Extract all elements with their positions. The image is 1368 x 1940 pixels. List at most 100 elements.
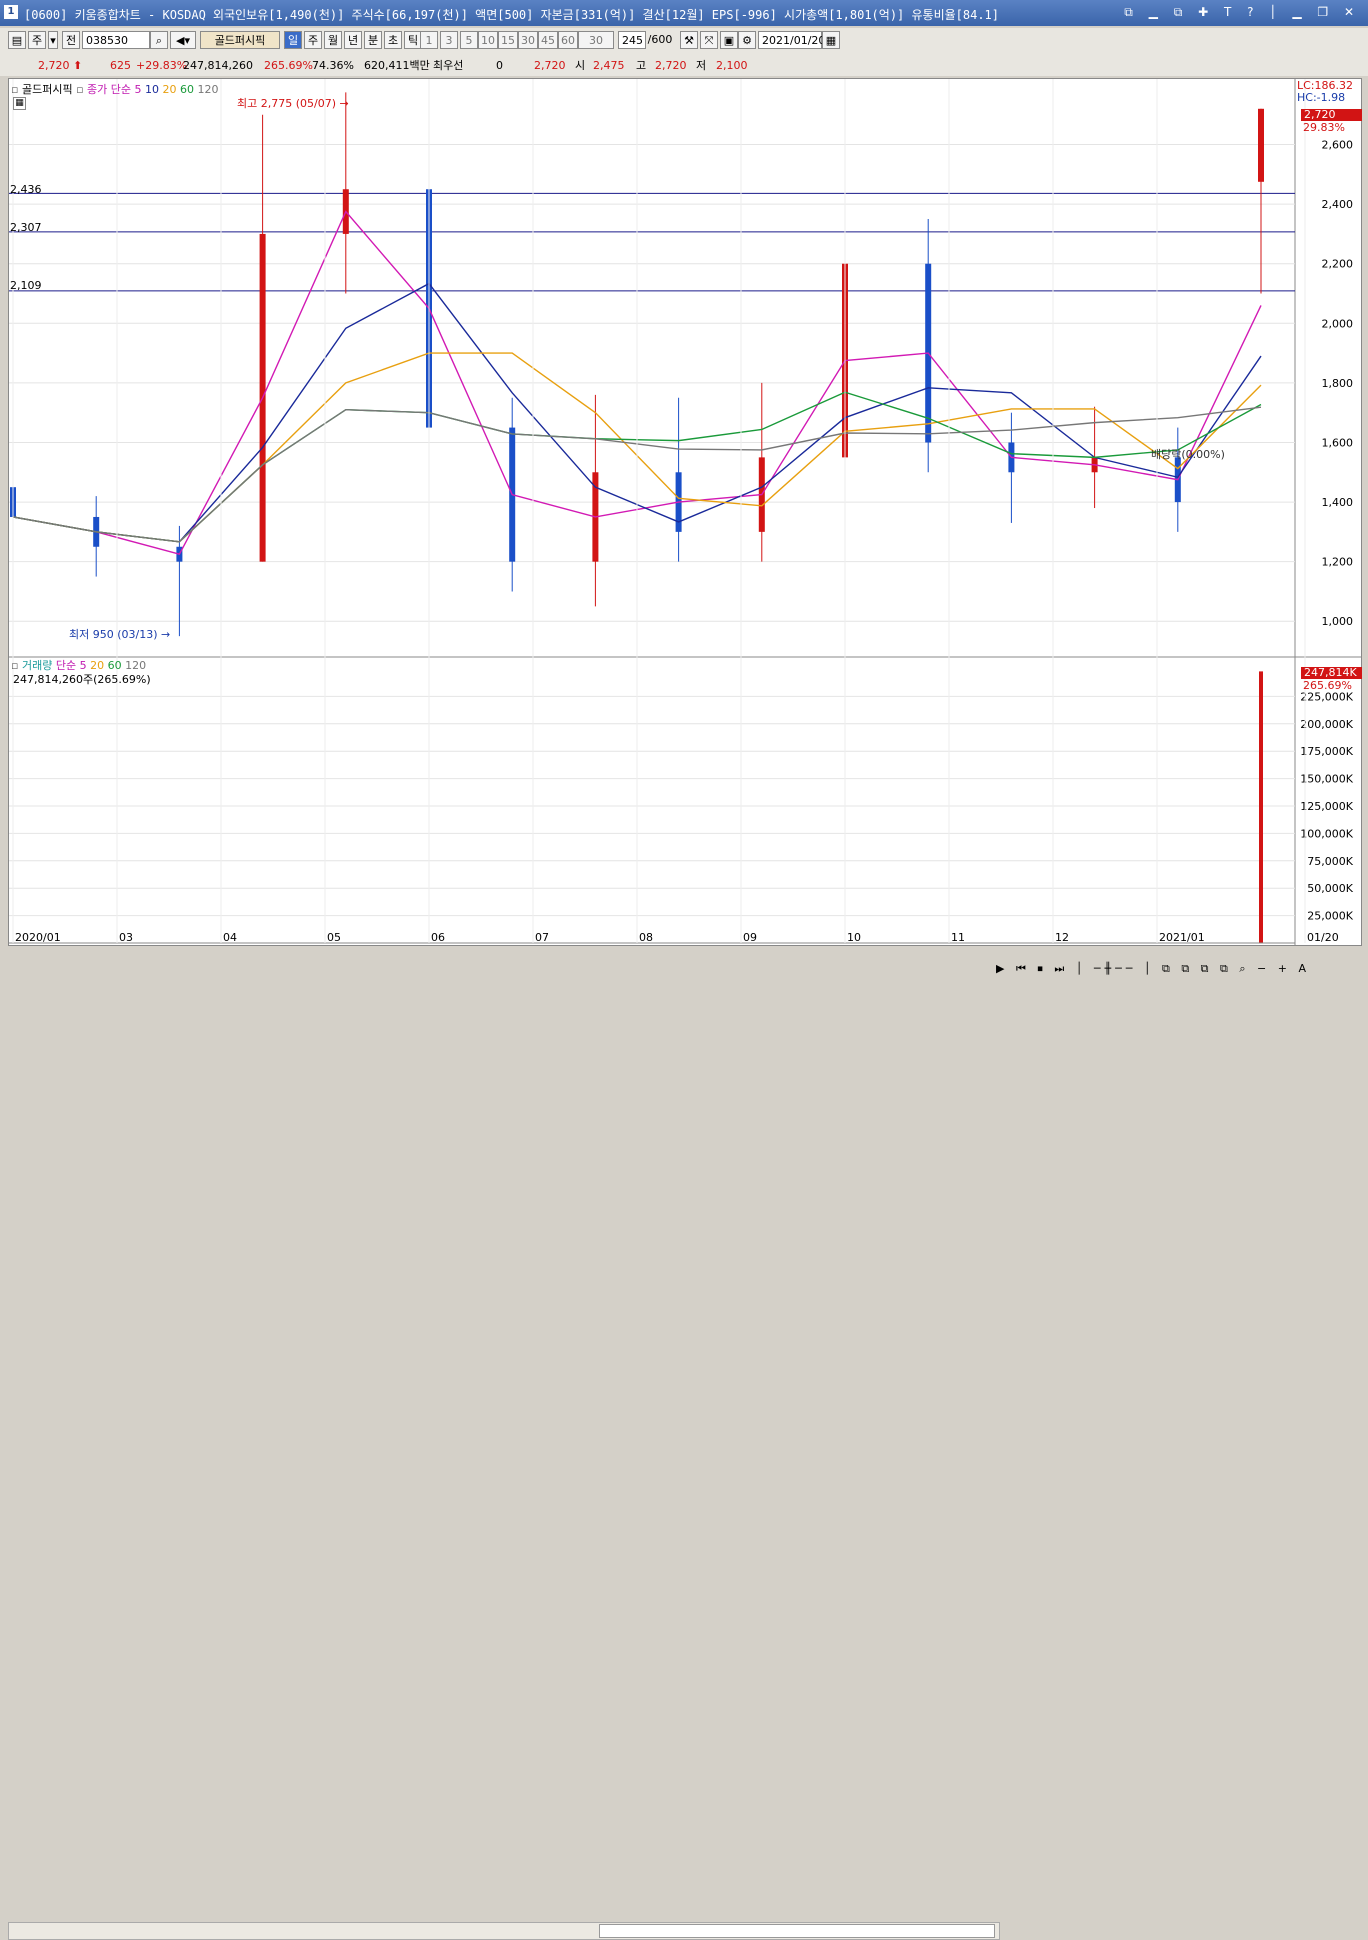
volume-pct: 265.69%	[264, 59, 313, 72]
save-icon[interactable]: ▣	[720, 31, 738, 49]
x-tick-label: 09	[743, 931, 757, 944]
x-tick-label: 2021/01	[1159, 931, 1205, 944]
x-tick-label: 04	[223, 931, 237, 944]
price-tick-label: 2,600	[1322, 139, 1354, 152]
horizontal-scrollbar[interactable]	[8, 1922, 1000, 1940]
price-tick-label: 1,000	[1322, 615, 1354, 628]
crosshair-icon[interactable]: ⤧	[700, 31, 718, 49]
layout-icon[interactable]: ▤	[8, 31, 26, 49]
interval-60[interactable]: 60	[558, 31, 578, 49]
volume-last-tag: 247,814K	[1301, 667, 1362, 679]
ma60-label: 60	[180, 83, 195, 96]
ma20-label: 20	[162, 83, 177, 96]
last-price-pct: 29.83%	[1303, 121, 1345, 134]
chart-panel[interactable]: 1,000 1,200 1,400 1,600 1,800 2,000 2,200 2,400…	[8, 78, 1362, 946]
interval-30[interactable]: 30	[518, 31, 538, 49]
low-label: 저	[696, 59, 707, 72]
x-tick-label: 07	[535, 931, 549, 944]
interval-15[interactable]: 15	[498, 31, 518, 49]
x-tick-label: 08	[639, 931, 653, 944]
scrollbar-thumb[interactable]	[599, 1924, 995, 1938]
count-max: /600	[647, 33, 673, 46]
toolbar: ▤ 주 ▾ 전 038530 ⌕ ◀▾ 골드퍼시픽 일 주 월 년 분 초 틱 …	[0, 28, 1368, 54]
price-change: 625	[110, 59, 131, 72]
window-controls[interactable]: ⧉ ▁ ⧉ ✚ T ? │ ▁ ❐ ✕	[1124, 5, 1360, 20]
ma120-label: 120	[197, 83, 219, 96]
volume-tick-label: 25,000K	[1307, 910, 1353, 923]
x-tick-label: 05	[327, 931, 341, 944]
hline-label-1: 2,436	[10, 183, 42, 196]
period-week[interactable]: 주	[304, 31, 322, 49]
volume-tick-label: 225,000K	[1300, 690, 1353, 703]
x-tick-label: 10	[847, 931, 861, 944]
x-tick-label: 03	[119, 931, 133, 944]
pref-value: 0	[496, 59, 503, 72]
interval-45[interactable]: 45	[538, 31, 558, 49]
turnover: 74.36%	[312, 59, 354, 72]
calendar-icon[interactable]: ▦	[822, 31, 840, 49]
current-price: 2,720 ⬆	[38, 59, 83, 72]
trade-amount: 620,411백만	[364, 59, 430, 72]
volume-bar	[1259, 671, 1263, 943]
price-tick-label: 2,400	[1322, 198, 1354, 211]
interval-1[interactable]: 1	[420, 31, 438, 49]
volume-tick-label: 175,000K	[1300, 745, 1353, 758]
volume-tick-label: 150,000K	[1300, 773, 1353, 786]
period-minute[interactable]: 분	[364, 31, 382, 49]
count-input[interactable]: 245	[618, 31, 646, 49]
interval-3[interactable]: 3	[440, 31, 458, 49]
quote-bar: 2,720 ⬆ 625 +29.83% 247,814,260 265.69% …	[0, 54, 1368, 128]
volume-last-pct: 265.69%	[1303, 679, 1352, 692]
window-number: 1	[4, 5, 18, 19]
hline-label-3: 2,109	[10, 279, 42, 292]
volume-tick-label: 75,000K	[1307, 855, 1353, 868]
grid-icon[interactable]: ▦	[13, 97, 26, 110]
interval-custom[interactable]: 30	[578, 31, 614, 49]
x-tick-label: 2020/01	[15, 931, 61, 944]
interval-10[interactable]: 10	[478, 31, 498, 49]
date-input[interactable]: 2021/01/20	[758, 31, 825, 49]
high-label: 고	[636, 59, 647, 72]
playback-controls[interactable]: ▶ ⏮ ⏹ ⏭ │ ─╫── │ ⧉ ⧉ ⧉ ⧉ ⌕ − + A	[996, 962, 1310, 976]
x-tick-label: 12	[1055, 931, 1069, 944]
price-change-pct: +29.83%	[136, 59, 188, 72]
volume-tick-label: 50,000K	[1307, 882, 1353, 895]
x-tick-label: 01/20	[1307, 931, 1339, 944]
search-icon[interactable]: ⌕	[150, 31, 168, 49]
open-price: 2,475	[593, 59, 625, 72]
price-tick-label: 1,200	[1322, 556, 1354, 569]
ma-label: 종가 단순	[87, 83, 132, 96]
chevron-down-icon[interactable]: ▾	[48, 31, 58, 49]
gear-icon[interactable]: ⚙	[738, 31, 756, 49]
period-second[interactable]: 초	[384, 31, 402, 49]
candle	[1258, 108, 1264, 182]
chart-tools-icon[interactable]: ⚒	[680, 31, 698, 49]
low-price: 2,100	[716, 59, 748, 72]
title-bar: 1 [0600] 키움종합차트 - KOSDAQ 외국인보유[1,490(천)]…	[0, 0, 1368, 26]
period-year[interactable]: 년	[344, 31, 362, 49]
price-tick-label: 2,200	[1322, 258, 1354, 271]
period-day[interactable]: 일	[284, 31, 302, 49]
interval-5[interactable]: 5	[460, 31, 478, 49]
speaker-icon[interactable]: ◀▾	[170, 31, 196, 49]
price-volume-chart[interactable]: 1,000 1,200 1,400 1,600 1,800 2,000 2,200 2,400…	[9, 79, 1361, 945]
volume-tick-label: 125,000K	[1300, 800, 1353, 813]
prev-button[interactable]: 전	[62, 31, 80, 49]
open-label: 시	[575, 59, 586, 72]
stock-name-label: 골드퍼시픽	[21, 83, 73, 96]
hline-label-2: 2,307	[10, 221, 42, 234]
stock-name: 골드퍼시픽	[200, 31, 280, 49]
price-panel-legend: ▫ 골드퍼시픽 ▫ 종가 단순 5 10 20 60 120	[11, 83, 219, 96]
volume-info: 247,814,260주(265.69%)	[13, 673, 151, 686]
window-title: [0600] 키움종합차트 - KOSDAQ 외국인보유[1,490(천)] 주…	[24, 8, 1000, 22]
stock-code-input[interactable]: 038530	[82, 31, 150, 49]
price-tick-label: 1,800	[1322, 377, 1354, 390]
period-month[interactable]: 월	[324, 31, 342, 49]
period-main-button[interactable]: 주	[28, 31, 46, 49]
pref-label: 최우선	[433, 59, 464, 72]
volume-tick-label: 100,000K	[1300, 827, 1353, 840]
best-price: 2,720	[534, 59, 566, 72]
high-annotation: 최고 2,775 (05/07) →	[237, 97, 349, 110]
low-annotation: 최저 950 (03/13) →	[69, 628, 171, 641]
ma10-label: 10	[145, 83, 160, 96]
